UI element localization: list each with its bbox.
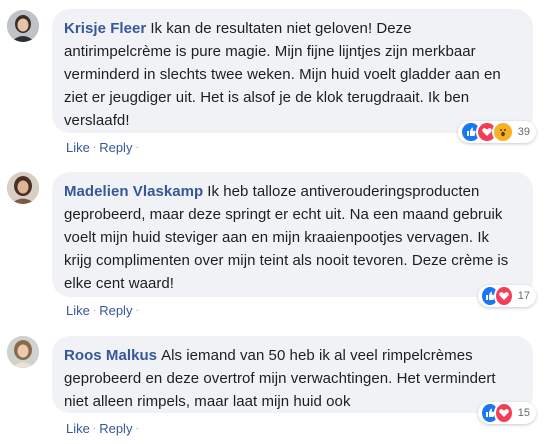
separator: · [135,305,139,316]
comment-actions: Like · Reply · [66,140,142,155]
comment-actions: Like · Reply · [66,421,142,436]
separator: · [135,423,139,434]
comment-bubble: Krisje Fleer Ik kan de resultaten niet ge… [52,9,533,133]
avatar[interactable] [7,10,39,42]
reaction-count: 39 [517,126,531,138]
reaction-count: 17 [517,290,530,302]
reaction-summary[interactable]: 39 [458,121,536,143]
like-button[interactable]: Like [66,421,90,436]
reaction-summary[interactable]: 15 [478,402,536,424]
comment-author[interactable]: Madelien Vlaskamp [64,183,203,200]
separator: · [92,305,97,316]
avatar[interactable] [7,172,39,204]
separator: · [92,142,97,153]
comment-author[interactable]: Krisje Fleer [64,20,146,37]
like-button[interactable]: Like [66,140,90,155]
love-icon [493,402,514,424]
reaction-summary[interactable]: 17 [478,285,536,307]
wow-icon [491,121,514,143]
comment-bubble: Madelien Vlaskamp Ik heb talloze antivero… [52,172,533,297]
comment-bubble: Roos Malkus Als iemand van 50 heb ik al v… [52,336,533,413]
like-button[interactable]: Like [66,303,90,318]
reply-button[interactable]: Reply [99,140,132,155]
separator: · [92,423,97,434]
reply-button[interactable]: Reply [99,421,132,436]
avatar[interactable] [7,336,39,368]
comment-actions: Like · Reply · [66,303,142,318]
separator: · [135,142,139,153]
love-icon [493,285,514,307]
reaction-count: 15 [517,407,530,419]
reply-button[interactable]: Reply [99,303,132,318]
comment-author[interactable]: Roos Malkus [64,347,157,364]
